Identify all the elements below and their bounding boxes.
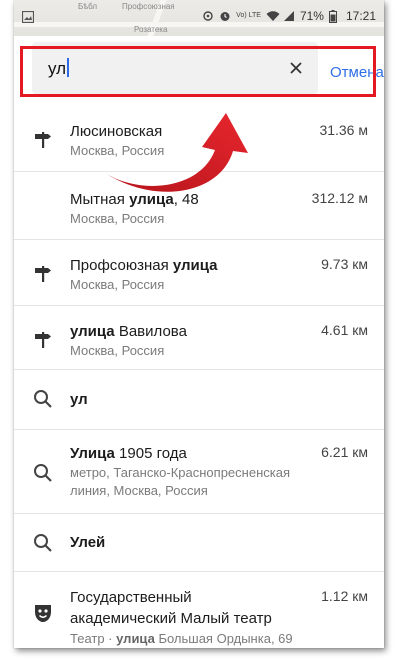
result-title: ул [70,391,88,408]
result-title: Профсоюзная улица [70,257,218,274]
result-title: улица Вавилова [70,323,187,340]
alarm-icon [219,10,231,22]
result-distance: 4.61 км [321,322,368,338]
list-item[interactable]: Улица 1905 года метро, Таганско-Краснопр… [14,430,384,514]
result-title: Улей [70,534,106,551]
result-title-line2: академический Малый театр [70,610,272,627]
result-title-line1: Государственный [70,589,192,606]
location-icon [202,10,214,22]
result-distance: 312.12 м [311,190,368,206]
search-input-value: ул [48,58,70,79]
result-subtitle: Театр · улица Большая Ордынка, 69 [70,631,293,646]
result-title: Люсиновская [70,123,163,140]
search-icon [32,532,54,554]
results-list: Люсиновская Москва, Россия 31.36 м Мытна… [14,100,384,658]
theater-mask-icon [32,602,54,624]
signpost-icon [32,328,54,350]
signpost-icon [32,128,54,150]
list-item[interactable]: ул [14,370,384,430]
search-input[interactable]: ул [32,42,318,94]
network-label: Vo) LTE [236,12,261,19]
search-icon [32,462,54,484]
wifi-icon [266,10,280,22]
list-item[interactable]: Мытная улица, 48 Москва, Россия 312.12 м [14,172,384,240]
list-item[interactable]: Улей [14,514,384,572]
signpost-icon [32,262,54,284]
clear-search-button[interactable] [284,56,308,80]
result-title: Мытная улица, 48 [70,191,199,208]
list-item[interactable]: Профсоюзная улица Москва, Россия 9.73 км [14,240,384,306]
battery-percent: 71% [299,9,324,23]
result-subtitle: Москва, Россия [70,211,165,226]
result-subtitle: метро, Таганско-Краснопресненская линия,… [70,465,290,498]
close-icon [290,62,302,74]
map-label: Бѣбл [78,2,98,11]
map-label: Профсоюзная [122,2,175,11]
map-label: Розатека [134,25,168,34]
result-subtitle: Москва, Россия [70,143,165,158]
result-distance: 1.12 км [321,588,368,604]
result-distance: 9.73 км [321,256,368,272]
signal-icon [283,10,295,22]
result-subtitle: Москва, Россия [70,343,165,358]
cancel-button[interactable]: Отмена [330,64,384,81]
list-item[interactable]: улица Вавилова Москва, Россия 4.61 км [14,306,384,370]
result-subtitle: Москва, Россия [70,277,165,292]
status-bar: Бѣбл Профсоюзная Розатека Vo) LTE 71% 17… [14,0,384,36]
gallery-icon [21,10,35,24]
list-item[interactable]: Государственный академический Малый теат… [14,572,384,658]
result-distance: 31.36 м [319,122,368,138]
battery-icon [328,10,341,23]
list-item[interactable]: Люсиновская Москва, Россия 31.36 м [14,100,384,172]
clock-time: 17:21 [345,9,376,23]
search-icon [32,388,54,410]
result-title: Улица 1905 года [70,445,187,462]
result-distance: 6.21 км [321,444,368,460]
